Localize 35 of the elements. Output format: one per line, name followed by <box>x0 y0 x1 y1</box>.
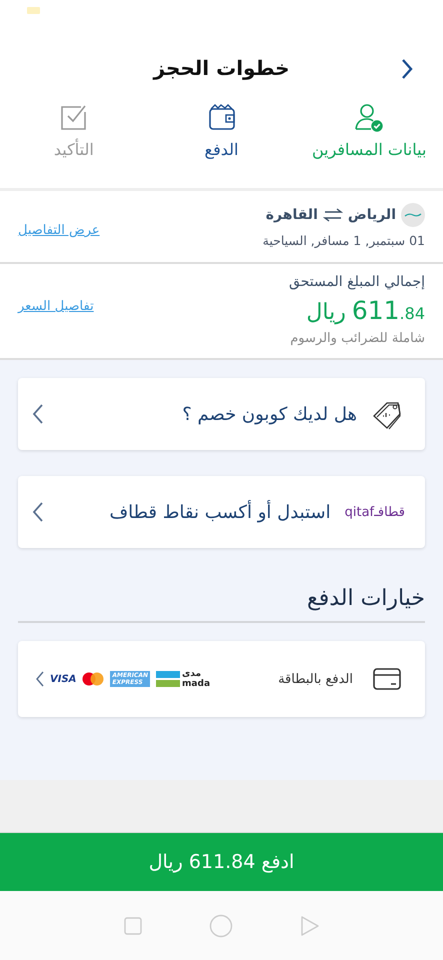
offer-card[interactable]: هل لديك كوبون خصم ؟ <box>18 378 425 450</box>
chevron-icon <box>400 58 414 80</box>
total-label: إجمالي المبلغ المستحق <box>289 274 425 290</box>
back-nav-icon[interactable] <box>300 914 320 936</box>
total-amount: 611.84 <box>352 296 425 325</box>
offer-card[interactable]: قطافـqitaf استبدل أو أكسب نقاط قطاف <box>18 476 425 548</box>
credit-card-icon <box>373 668 401 690</box>
tax-note: شاملة للضرائب والرسوم <box>289 331 425 346</box>
airline-logo-icon <box>401 203 425 227</box>
step-tab[interactable]: التأكيد <box>0 96 148 188</box>
qitaf-logo: قطافـqitaf <box>344 504 405 520</box>
flight-details: 01 سبتمبر, 1 مسافر, السياحية <box>262 233 425 248</box>
coupon-text: هل لديك كوبون خصم ؟ <box>182 404 357 424</box>
step-tab[interactable]: بيانات المسافرين <box>295 96 443 188</box>
section-title: خيارات الدفع <box>18 574 425 623</box>
currency-label: ريال <box>306 300 346 325</box>
home-icon[interactable] <box>208 914 232 938</box>
swap-arrows-icon <box>322 208 343 222</box>
chevron-icon <box>32 501 44 523</box>
chevron-icon <box>32 403 44 425</box>
origin-city: الرياض <box>348 207 396 223</box>
chevron-icon <box>36 671 44 687</box>
mastercard-logo-icon <box>82 672 104 686</box>
destination-city: القاهرة <box>266 207 318 223</box>
notification-icon <box>27 6 40 14</box>
payment-method-label: الدفع بالبطاقة <box>278 672 353 686</box>
qitaf-text: استبدل أو أكسب نقاط قطاف <box>109 502 331 522</box>
wallet-icon <box>206 102 236 132</box>
page-title: خطوات الحجز <box>154 56 290 80</box>
step-tab[interactable]: الدفع <box>148 96 296 188</box>
price-details-link[interactable]: تفاصيل السعر <box>18 299 94 314</box>
visa-logo: VISA <box>50 674 76 684</box>
view-details-link[interactable]: عرض التفاصيل <box>18 223 100 238</box>
recent-apps-icon[interactable] <box>124 916 142 934</box>
pay-button[interactable]: ادفع 611.84 ريال <box>0 833 443 891</box>
